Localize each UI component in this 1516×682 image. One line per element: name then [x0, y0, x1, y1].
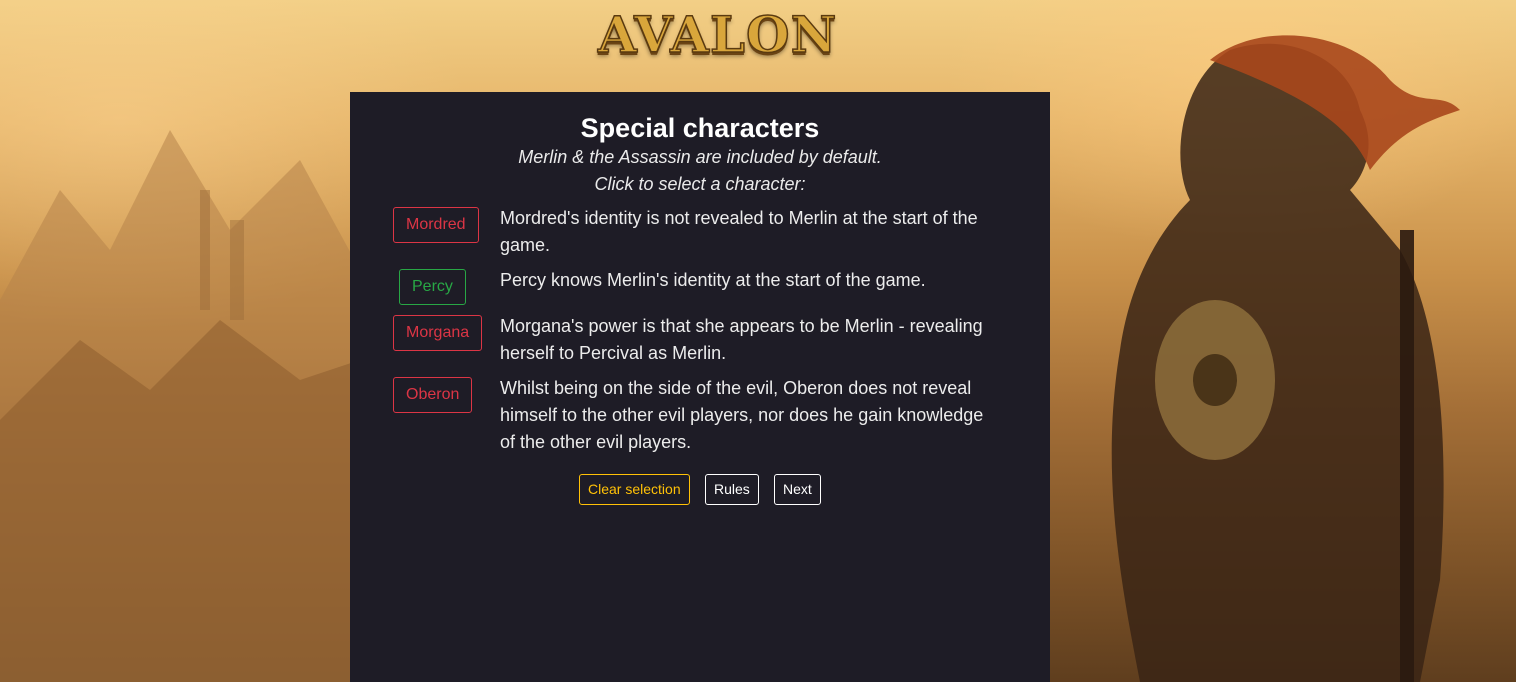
mordred-description: Mordred's identity is not revealed to Me…	[500, 208, 978, 255]
page-title: Special characters	[580, 113, 820, 143]
percy-button[interactable]: Percy	[399, 269, 466, 305]
avalon-logo: AVALON	[597, 5, 838, 65]
oberon-description: Whilst being on the side of the evil, Ob…	[500, 378, 984, 452]
mordred-button[interactable]: Mordred	[393, 207, 479, 243]
rules-button[interactable]: Rules	[705, 474, 759, 505]
background-mountains	[0, 130, 360, 682]
background-figure	[1111, 35, 1460, 682]
oberon-button[interactable]: Oberon	[393, 377, 473, 413]
character-row-morgana: Morgana Morgana's power is that she appe…	[350, 313, 1050, 369]
morgana-button[interactable]: Morgana	[393, 315, 483, 351]
select-instruction: Click to select a character:	[594, 174, 806, 194]
character-row-mordred: Mordred Mordred's identity is not reveal…	[350, 205, 1050, 261]
special-characters-panel: Special characters Merlin & the Assassin…	[350, 92, 1050, 682]
character-row-oberon: Oberon Whilst being on the side of the e…	[350, 375, 1050, 459]
character-row-percy: Percy Percy knows Merlin's identity at t…	[350, 267, 1050, 307]
percy-description: Percy knows Merlin's identity at the sta…	[500, 270, 926, 290]
default-characters-note: Merlin & the Assassin are included by de…	[518, 147, 882, 167]
next-button[interactable]: Next	[774, 474, 821, 505]
morgana-description: Morgana's power is that she appears to b…	[500, 316, 983, 363]
clear-selection-button[interactable]: Clear selection	[579, 474, 690, 505]
